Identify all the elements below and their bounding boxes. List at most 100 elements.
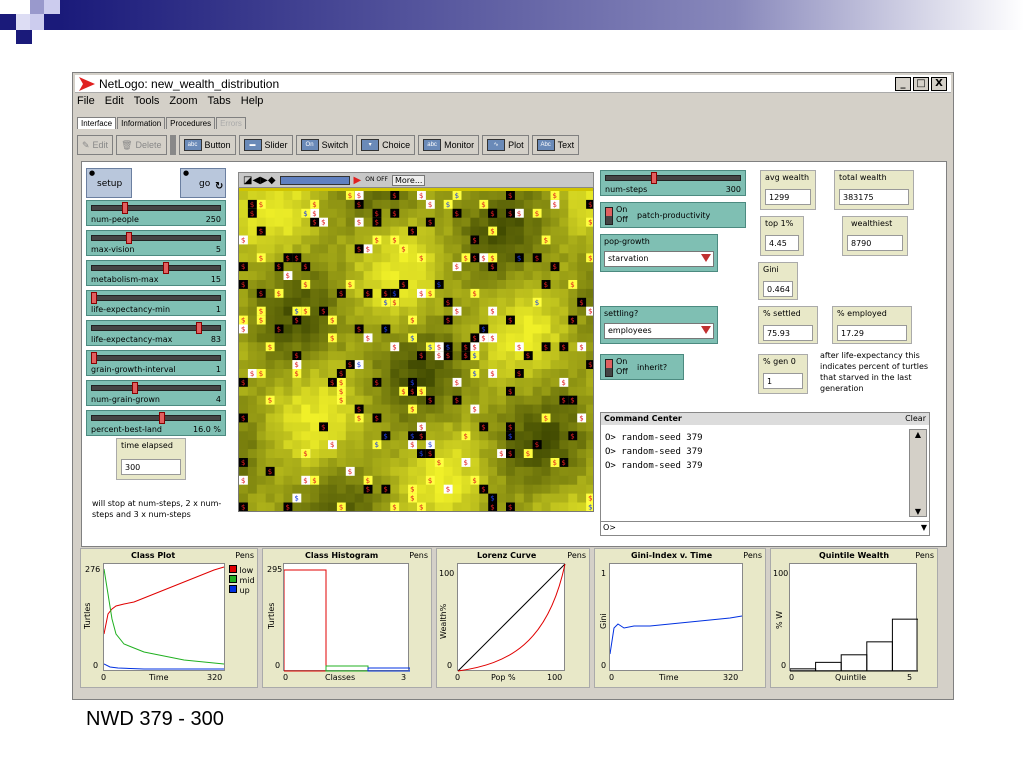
slider-knob[interactable] — [91, 352, 97, 364]
delete-button[interactable]: 🗑 Delete — [116, 135, 167, 155]
patch — [274, 404, 284, 414]
speed-slider[interactable] — [279, 175, 350, 185]
settling-select[interactable]: employees — [604, 323, 714, 339]
add-button-button[interactable]: abc Button — [178, 135, 236, 155]
zoom-controls-icon[interactable]: ◪◀▶◆ — [243, 175, 276, 186]
patch — [461, 404, 471, 414]
slider-metabolism-max[interactable]: metabolism-max 15 — [86, 260, 226, 286]
edit-button[interactable]: ✎ Edit — [77, 135, 114, 155]
menu-edit[interactable]: Edit — [105, 95, 124, 107]
patch — [488, 217, 498, 228]
patch — [381, 511, 390, 512]
turtle-dollar-icon: $ — [294, 317, 298, 325]
setup-button[interactable]: ● setup — [86, 168, 132, 198]
menu-file[interactable]: File — [77, 95, 95, 107]
turtle-dollar-icon: $ — [392, 290, 396, 298]
settling-chooser[interactable]: settling? employees — [600, 306, 718, 344]
add-plot-button[interactable]: ∿ Plot — [482, 135, 529, 155]
maximize-button[interactable]: □ — [913, 77, 929, 91]
patch — [506, 395, 516, 406]
turtle-dollar-icon: $ — [472, 290, 476, 298]
scrollbar[interactable]: ▲ ▼ — [909, 429, 927, 517]
tab-information[interactable]: Information — [117, 117, 166, 129]
slider-knob[interactable] — [91, 292, 97, 304]
slider-knob[interactable] — [122, 202, 128, 214]
patch — [514, 502, 525, 511]
class-hist-pens[interactable]: Pens — [409, 551, 428, 560]
num-steps-slider[interactable]: num-steps 300 — [600, 170, 746, 196]
minimize-button[interactable]: _ — [895, 77, 911, 91]
chevron-down-icon[interactable]: ▼ — [921, 523, 927, 532]
class-plot-pens[interactable]: Pens — [235, 551, 254, 560]
scroll-up-icon[interactable]: ▲ — [910, 430, 926, 439]
tab-interface[interactable]: Interface — [77, 117, 117, 129]
more-button[interactable]: More... — [391, 174, 426, 186]
turtle-dollar-icon: $ — [455, 308, 459, 316]
pop-growth-chooser[interactable]: pop-growth starvation — [600, 234, 718, 272]
patch — [434, 413, 445, 423]
add-choice-button[interactable]: ▾ Choice — [356, 135, 416, 155]
lorenz-pens[interactable]: Pens — [567, 551, 586, 560]
inherit-toggle[interactable] — [605, 359, 613, 377]
num-steps-knob[interactable] — [650, 172, 657, 184]
turtle-dollar-icon: $ — [570, 432, 574, 440]
turtle-dollar-icon: $ — [357, 201, 361, 209]
patch — [559, 360, 569, 370]
add-slider-button[interactable]: ▬ Slider — [238, 135, 293, 155]
patch — [292, 449, 302, 459]
patch — [381, 306, 391, 317]
command-input[interactable]: O> ▼ — [601, 521, 929, 535]
patch — [363, 271, 373, 281]
turtle-dollar-icon: $ — [348, 192, 352, 200]
slider-life-expectancy-min[interactable]: life-expectancy-min 1 — [86, 290, 226, 316]
slider-num-people[interactable]: num-people 250 — [86, 200, 226, 226]
scroll-down-icon[interactable]: ▼ — [910, 507, 926, 516]
patch — [283, 369, 293, 379]
world-view[interactable]: $ $ $ $ $ $ $ $ $ $ $ $ $ $ $ $ $ $ $ $ $ $ $ $ $ $ $ $ $ $ $ $ $ $ $ $ $ $ $ $… — [238, 172, 594, 512]
slider-knob[interactable] — [131, 382, 138, 394]
patch — [577, 351, 587, 361]
inherit-switch[interactable]: On Off inherit? — [600, 354, 684, 380]
slider-value: 5 — [215, 245, 221, 254]
slider-grain-growth-interval[interactable]: grain-growth-interval 1 — [86, 350, 226, 376]
menu-help[interactable]: Help — [241, 95, 264, 107]
slider-max-vision[interactable]: max-vision 5 — [86, 230, 226, 256]
patch — [283, 395, 293, 406]
add-switch-button[interactable]: On Switch — [295, 135, 354, 155]
view-updates-switch[interactable]: ON OFF — [365, 177, 388, 183]
patch — [470, 422, 480, 432]
add-text-button[interactable]: Abc Text — [531, 135, 580, 155]
slider-knob[interactable] — [159, 412, 166, 424]
gini-time-pens[interactable]: Pens — [743, 551, 762, 560]
clear-button[interactable]: Clear — [905, 414, 926, 423]
patch — [390, 315, 400, 325]
patch — [443, 377, 454, 388]
menu-tools[interactable]: Tools — [134, 95, 160, 107]
patch — [336, 191, 347, 201]
close-button[interactable]: X — [931, 77, 947, 91]
patch-productivity-toggle[interactable] — [605, 207, 613, 225]
menu-tabs[interactable]: Tabs — [208, 95, 231, 107]
patch — [336, 458, 347, 468]
turtle-dollar-icon: $ — [294, 254, 298, 262]
slider-knob[interactable] — [196, 322, 203, 334]
turtle-dollar-icon: $ — [241, 237, 245, 245]
patch — [577, 253, 587, 263]
turtle-dollar-icon: $ — [401, 245, 405, 253]
patch-productivity-switch[interactable]: On Off patch-productivity — [600, 202, 746, 228]
go-button[interactable]: ● go ↻ — [180, 168, 226, 198]
tab-procedures[interactable]: Procedures — [166, 117, 216, 129]
slider-knob[interactable] — [162, 262, 169, 274]
turtle-dollar-icon: $ — [241, 379, 245, 387]
slider-num-grain-grown[interactable]: num-grain-grown 4 — [86, 380, 226, 406]
add-monitor-button[interactable]: abc Monitor — [418, 135, 480, 155]
menu-zoom[interactable]: Zoom — [169, 95, 197, 107]
slider-percent-best-land[interactable]: percent-best-land 16.0 % — [86, 410, 226, 436]
patch — [470, 199, 480, 210]
turtle-dollar-icon: $ — [428, 477, 432, 485]
slider-knob[interactable] — [125, 232, 132, 244]
slider-life-expectancy-max[interactable]: life-expectancy-max 83 — [86, 320, 226, 346]
quintile-pens[interactable]: Pens — [915, 551, 934, 560]
patch — [301, 511, 310, 512]
pop-growth-select[interactable]: starvation — [604, 251, 714, 267]
